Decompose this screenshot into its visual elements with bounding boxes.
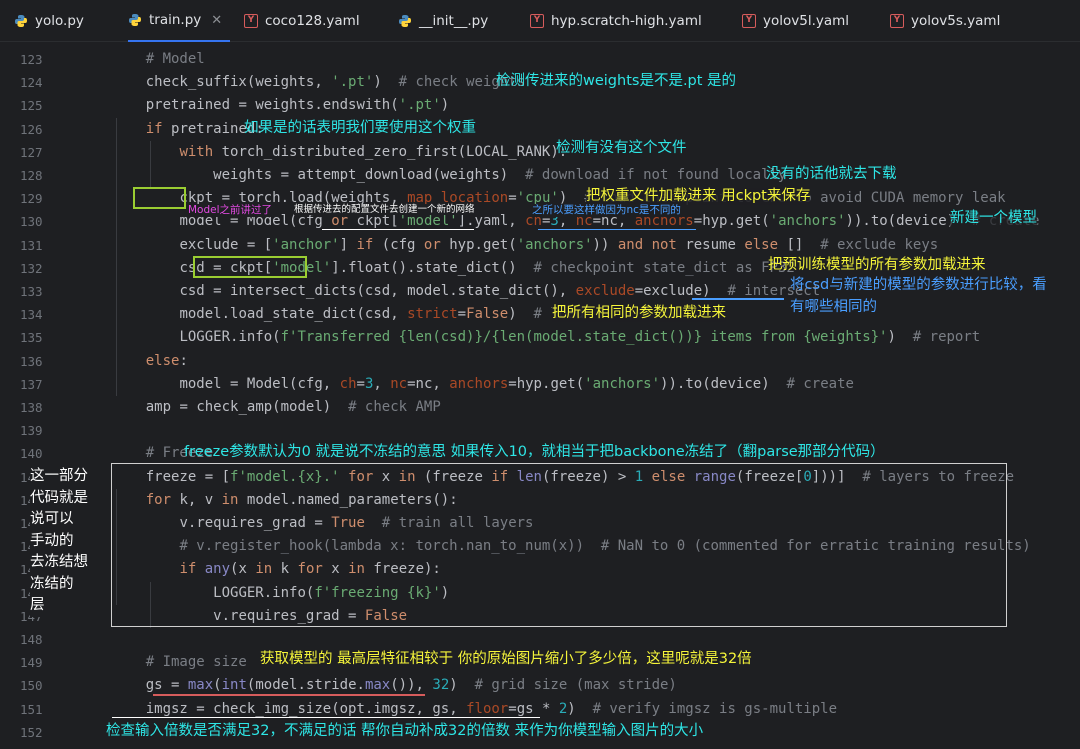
underline-intersect — [692, 298, 784, 300]
annotation-127: 检测有没有这个文件 — [556, 140, 687, 156]
python-file-icon — [398, 14, 412, 28]
code-line[interactable]: amp = check_amp(model) # check AMP — [112, 396, 441, 419]
annotation-149: 获取模型的 最高层特征相较于 你的原始图片缩小了多少倍，这里呢就是32倍 — [260, 651, 752, 667]
python-file-icon — [128, 13, 142, 27]
annotation-130-model: Model之前讲过了 — [188, 204, 273, 217]
indent-guide — [116, 372, 117, 396]
line-number: 128 — [20, 168, 43, 183]
line-number: 124 — [20, 75, 43, 91]
tab-hyp-scratch-high-yaml[interactable]: Yhyp.scratch-high.yaml — [530, 0, 702, 42]
line-number: 140 — [20, 446, 43, 462]
line-number: 138 — [20, 400, 43, 415]
tab-label: train.py — [149, 12, 202, 28]
line-number: 136 — [20, 353, 43, 369]
tab-yolo-py[interactable]: yolo.py — [14, 0, 84, 42]
code-line[interactable]: else: — [112, 350, 188, 373]
code-line[interactable]: LOGGER.info(f'Transferred {len(csd)}/{le… — [112, 326, 980, 349]
yaml-file-icon: Y — [742, 14, 756, 28]
code-line[interactable]: if pretrained: — [112, 118, 264, 141]
freeze-code-box — [111, 463, 1007, 627]
line-number: 129 — [20, 191, 43, 207]
line-number: 127 — [20, 144, 43, 160]
annotation-140: freeze参数默认为0 就是说不冻结的意思 如果传入10，就相当于把backb… — [184, 444, 885, 460]
line-number: 130 — [20, 214, 43, 230]
annotation-132: 把预训练模型的所有参数加载进来 — [768, 257, 986, 273]
annotation-152: 检查输入倍数是否满足32，不满足的话 帮你自动补成32的倍数 来作为你模型输入图… — [106, 723, 704, 739]
line-number: 126 — [20, 121, 43, 137]
line-number: 137 — [20, 376, 43, 392]
annotation-130-nc: 之所以要这样做因为nc是不同的 — [532, 204, 681, 217]
underline-nc — [538, 229, 696, 230]
annotation-130-new-model: 新建一个模型 — [950, 210, 1037, 228]
indent-guide — [150, 140, 151, 188]
tab-label: coco128.yaml — [265, 13, 360, 29]
tab-label: hyp.scratch-high.yaml — [551, 13, 702, 29]
highlight-box-ckpt-model — [193, 256, 307, 278]
tab-label: yolo.py — [35, 13, 84, 29]
code-line[interactable]: # Image size — [112, 651, 247, 674]
line-number: 123 — [20, 52, 43, 67]
line-number: 152 — [20, 724, 43, 740]
python-file-icon — [14, 14, 28, 28]
code-line[interactable]: check_suffix(weights, '.pt') # check wei… — [112, 71, 525, 94]
tab-label: __init__.py — [419, 13, 489, 29]
code-line[interactable]: weights = attempt_download(weights) # do… — [112, 164, 786, 187]
tab-yolov5l-yaml[interactable]: Yyolov5l.yaml — [742, 0, 849, 42]
line-number: 133 — [20, 284, 43, 299]
code-line[interactable]: model = Model(cfg, ch=3, nc=nc, anchors=… — [112, 373, 854, 396]
code-line[interactable]: exclude = ['anchor'] if (cfg or hyp.get(… — [112, 234, 938, 257]
line-number: 135 — [20, 330, 43, 346]
annotation-side-freeze: 这一部分 代码就是 说可以 手动的 去冻结想 冻结的 层 — [30, 466, 92, 617]
line-number-gutter: 123 124 125 126 127 128 129 130 131 132 133 134 135 1… — [0, 42, 76, 749]
annotation-133-b: 有哪些相同的 — [790, 299, 877, 315]
line-number: 125 — [20, 98, 43, 114]
ide-window: {"tabs":[{"label":"yolo.py","type":"py"}… — [0, 0, 1080, 749]
highlight-box-ckpt — [133, 187, 186, 209]
line-number: 132 — [20, 260, 43, 276]
tab-train-py[interactable]: train.py ✕ — [128, 0, 231, 42]
line-number: 150 — [20, 678, 43, 694]
editor-tab-bar: yolo.py train.py ✕ Ycoco128.yaml __init__… — [0, 0, 1080, 42]
yaml-file-icon: Y — [890, 14, 904, 28]
line-number: 149 — [20, 655, 43, 671]
tab-label: yolov5s.yaml — [911, 13, 1001, 29]
yaml-file-icon: Y — [244, 14, 258, 28]
annotation-128: 没有的话他就去下载 — [766, 166, 897, 182]
close-icon[interactable]: ✕ — [211, 13, 222, 28]
annotation-134: 把所有相同的参数加载进来 — [552, 305, 726, 323]
underline-gs — [153, 694, 425, 696]
annotation-126: 如果是的话表明我们要使用这个权重 — [244, 120, 476, 136]
line-number: 134 — [20, 307, 43, 323]
code-line[interactable]: with torch_distributed_zero_first(LOCAL_… — [112, 141, 567, 164]
line-number: 131 — [20, 237, 43, 253]
annotation-130-config: 根据传进去的配置文件去创建一个新的网络 — [294, 204, 475, 216]
line-number: 139 — [20, 423, 43, 439]
tab-yolov5s-yaml[interactable]: Yyolov5s.yaml — [890, 0, 1000, 42]
indent-guide — [116, 117, 117, 373]
code-line[interactable]: pretrained = weights.endswith('.pt') — [112, 94, 450, 117]
annotation-133-a: 将csd与新建的模型的参数进行比较，看 — [790, 277, 1047, 293]
code-line[interactable]: # Model — [112, 48, 205, 71]
tab-init-py[interactable]: __init__.py — [398, 0, 488, 42]
code-line[interactable]: model.load_state_dict(csd, strict=False)… — [112, 303, 584, 326]
tab-label: yolov5l.yaml — [763, 13, 850, 29]
underline-ckpt-yaml — [322, 229, 474, 230]
line-number: 148 — [20, 632, 43, 647]
underline-imgsz — [112, 717, 540, 718]
tab-coco128-yaml[interactable]: Ycoco128.yaml — [244, 0, 360, 42]
yaml-file-icon: Y — [530, 14, 544, 28]
annotation-129: 把权重文件加载进来 用ckpt来保存 — [586, 188, 811, 206]
line-number: 151 — [20, 701, 43, 717]
annotation-124: 检测传进来的weights是不是.pt 是的 — [496, 73, 737, 89]
